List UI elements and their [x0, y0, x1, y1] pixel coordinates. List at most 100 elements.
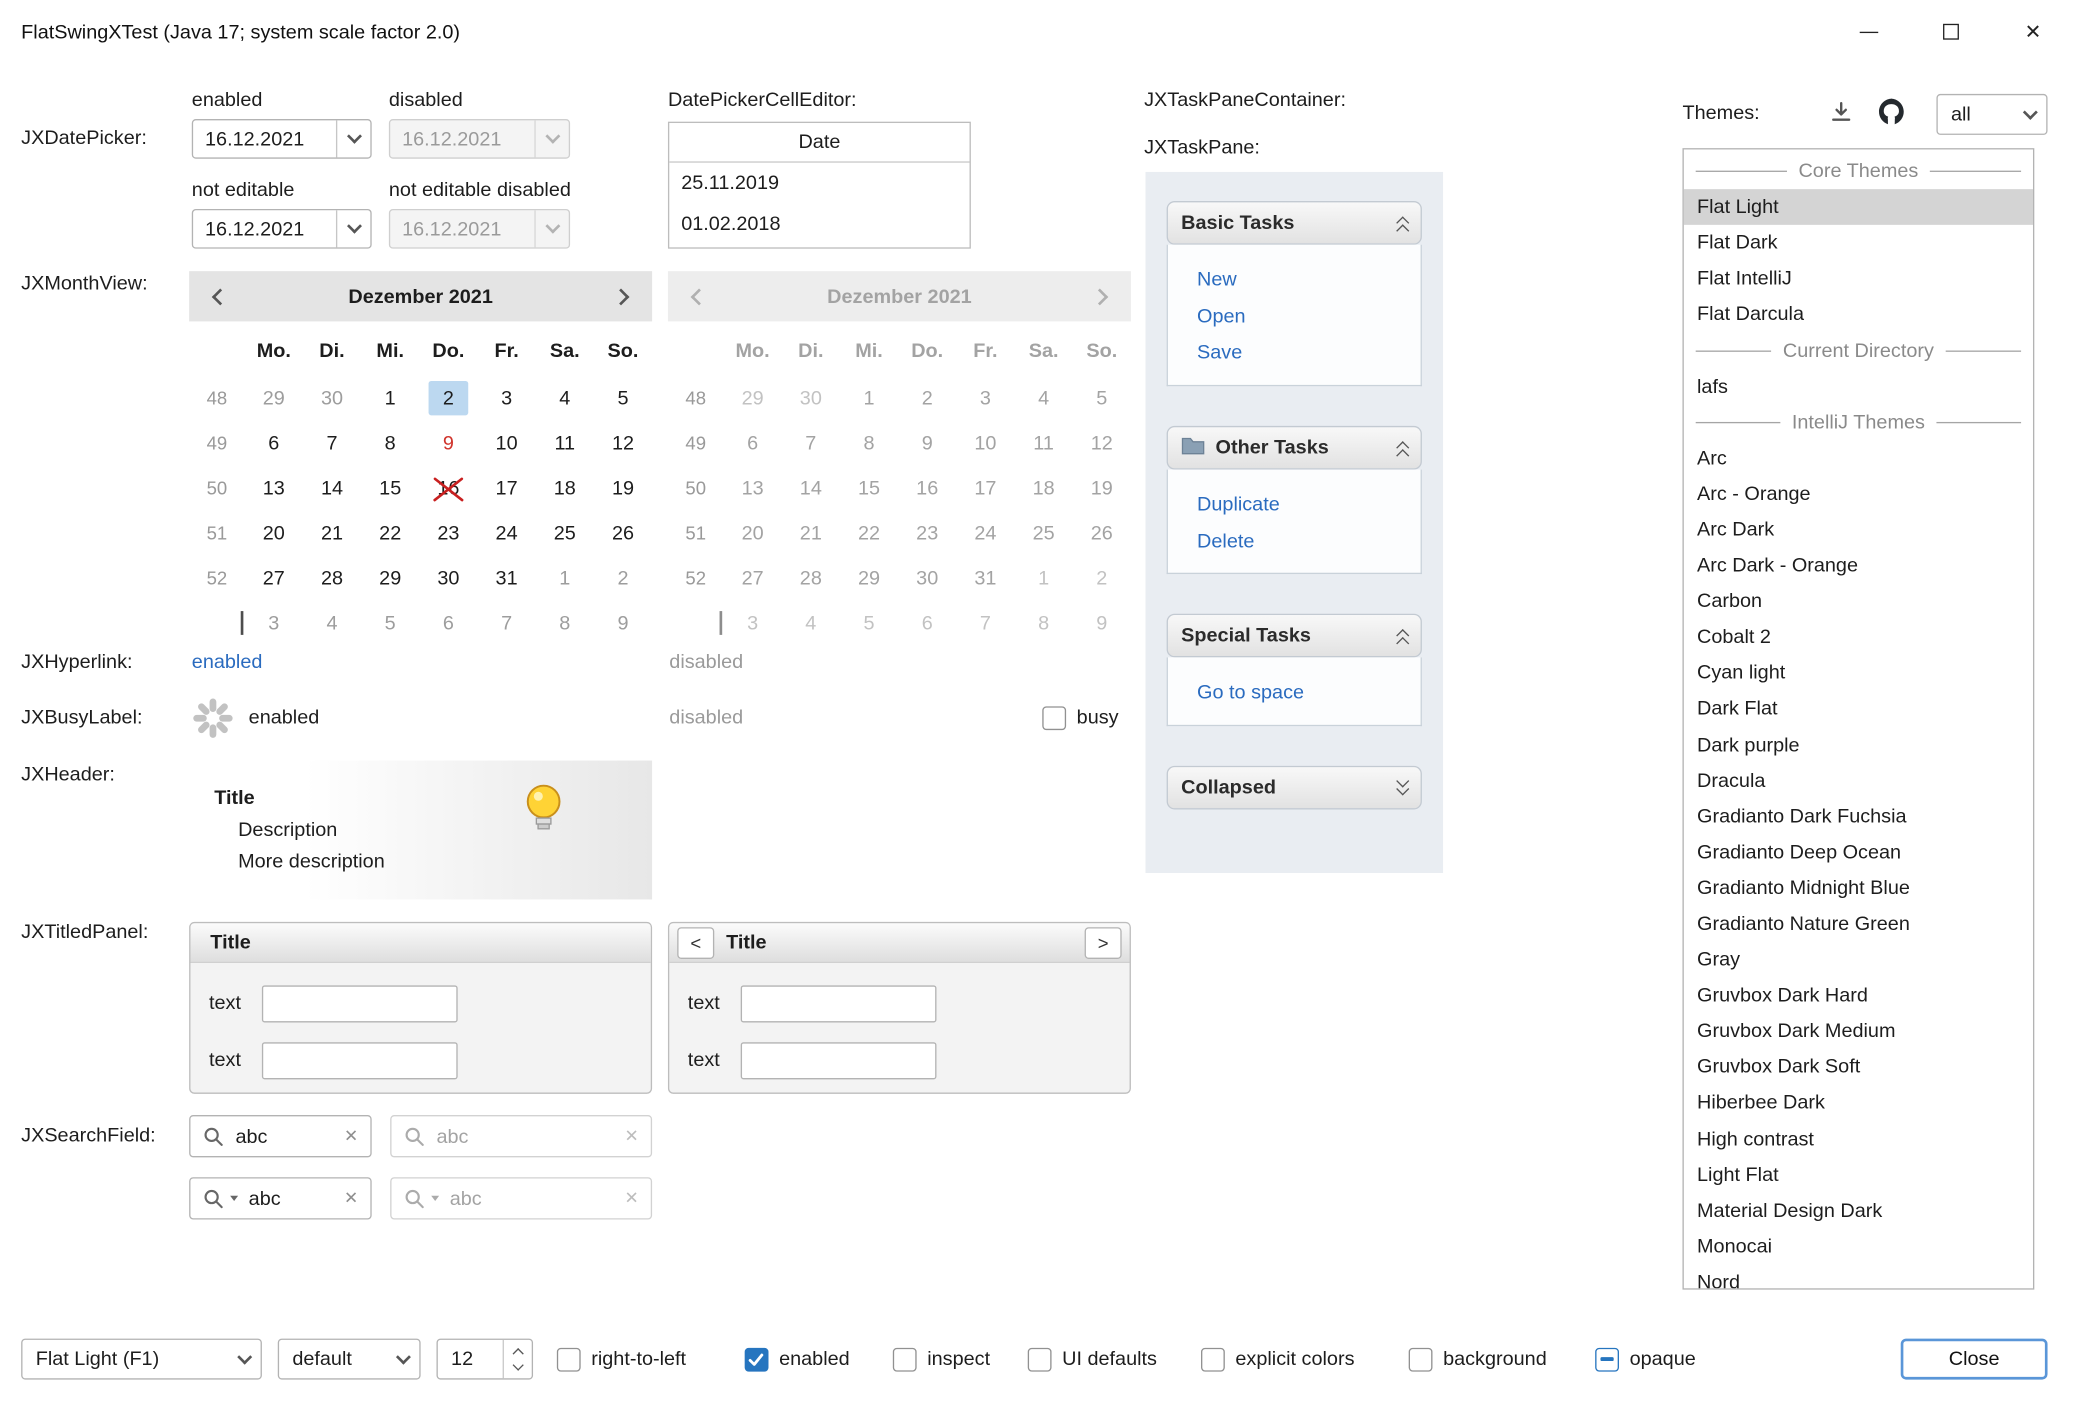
checkbox-enabled[interactable]: enabled [745, 1339, 850, 1380]
day-cell[interactable]: 1 [536, 556, 594, 601]
taskpane-link-delete[interactable]: Delete [1197, 523, 1410, 559]
theme-item-hiberbee-dark[interactable]: Hiberbee Dark [1684, 1085, 2033, 1121]
day-cell[interactable]: 4 [536, 376, 594, 421]
day-cell[interactable]: 3 [477, 376, 535, 421]
datepicker-not-editable[interactable]: 16.12.2021 [192, 209, 372, 249]
checkbox-box[interactable] [1201, 1347, 1225, 1371]
day-cell[interactable]: 8 [361, 421, 419, 466]
day-cell[interactable]: 15 [361, 466, 419, 511]
titledpanel-left-button[interactable]: < [677, 927, 714, 959]
day-cell[interactable]: 27 [245, 556, 303, 601]
checkbox-box[interactable] [893, 1347, 917, 1371]
themes-list[interactable]: Core ThemesFlat LightFlat DarkFlat Intel… [1682, 148, 2034, 1289]
day-cell[interactable]: 29 [245, 376, 303, 421]
download-themes-button[interactable] [1825, 97, 1857, 129]
table-row[interactable]: 01.02.2018 [669, 204, 969, 245]
day-cell[interactable]: 29 [361, 556, 419, 601]
theme-item-carbon[interactable]: Carbon [1684, 583, 2033, 619]
datepicker-value[interactable]: 16.12.2021 [193, 218, 336, 240]
checkbox-busy[interactable]: busy [1042, 697, 1118, 738]
theme-item-gruvbox-dark-medium[interactable]: Gruvbox Dark Medium [1684, 1014, 2033, 1050]
checkbox-box[interactable] [1595, 1347, 1619, 1371]
searchfield-enabled[interactable]: abc ✕ [189, 1115, 372, 1157]
taskpane-link-go-to-space[interactable]: Go to space [1197, 675, 1410, 711]
theme-item-lafs[interactable]: lafs [1684, 368, 2033, 404]
day-cell[interactable]: 2 [419, 376, 477, 421]
theme-item-light-flat[interactable]: Light Flat [1684, 1157, 2033, 1193]
theme-item-arc[interactable]: Arc [1684, 440, 2033, 476]
search-menu-arrow-icon[interactable] [230, 1196, 238, 1201]
clear-icon[interactable]: ✕ [344, 1188, 358, 1209]
clear-icon[interactable]: ✕ [344, 1126, 358, 1147]
day-cell[interactable]: 11 [536, 421, 594, 466]
theme-item-gradianto-dark-fuchsia[interactable]: Gradianto Dark Fuchsia [1684, 798, 2033, 834]
theme-item-flat-dark[interactable]: Flat Dark [1684, 225, 2033, 261]
day-cell[interactable]: 5 [594, 376, 652, 421]
datepicker-enabled[interactable]: 16.12.2021 [192, 119, 372, 159]
taskpane-link-save[interactable]: Save [1197, 335, 1410, 371]
day-cell[interactable]: 22 [361, 511, 419, 556]
day-cell[interactable]: 2 [594, 556, 652, 601]
theme-item-dark-purple[interactable]: Dark purple [1684, 727, 2033, 763]
checkbox-background[interactable]: background [1409, 1339, 1547, 1380]
taskpane-link-new[interactable]: New [1197, 262, 1410, 298]
theme-item-material-design-dark[interactable]: Material Design Dark [1684, 1193, 2033, 1229]
taskpane-header[interactable]: Collapsed [1167, 766, 1422, 810]
day-cell[interactable]: 19 [594, 466, 652, 511]
checkbox-box[interactable] [745, 1347, 769, 1371]
theme-item-cobalt-2[interactable]: Cobalt 2 [1684, 619, 2033, 655]
checkbox-explicit-colors[interactable]: explicit colors [1201, 1339, 1354, 1380]
text-input[interactable] [262, 985, 458, 1022]
checkbox-ui-defaults[interactable]: UI defaults [1028, 1339, 1157, 1380]
day-cell[interactable]: 23 [419, 511, 477, 556]
datepicker-value[interactable]: 16.12.2021 [193, 128, 336, 150]
theme-item-arc-dark[interactable]: Arc Dark [1684, 512, 2033, 548]
hyperlink-enabled[interactable]: enabled [192, 651, 263, 673]
search-value[interactable]: abc [235, 1125, 333, 1147]
minimize-button[interactable] [1828, 0, 1910, 63]
day-cell[interactable]: 30 [303, 376, 361, 421]
checkbox-opaque[interactable]: opaque [1595, 1339, 1696, 1380]
day-cell[interactable]: 14 [303, 466, 361, 511]
theme-item-monocai[interactable]: Monocai [1684, 1229, 2033, 1265]
checkbox-box[interactable] [1409, 1347, 1433, 1371]
day-cell[interactable]: 12 [594, 421, 652, 466]
day-cell[interactable]: 1 [361, 376, 419, 421]
day-cell[interactable]: 28 [303, 556, 361, 601]
day-cell[interactable]: 3 [245, 601, 303, 646]
day-cell[interactable]: 9 [419, 421, 477, 466]
day-cell[interactable]: 18 [536, 466, 594, 511]
close-window-button[interactable]: ✕ [1992, 0, 2074, 63]
next-month-button[interactable] [604, 278, 641, 315]
day-cell[interactable]: 21 [303, 511, 361, 556]
day-cell[interactable]: 6 [419, 601, 477, 646]
taskpane-header[interactable]: Basic Tasks [1167, 201, 1422, 245]
theme-item-gradianto-midnight-blue[interactable]: Gradianto Midnight Blue [1684, 870, 2033, 906]
theme-item-high-contrast[interactable]: High contrast [1684, 1121, 2033, 1157]
theme-item-gray[interactable]: Gray [1684, 942, 2033, 978]
day-cell[interactable]: 25 [536, 511, 594, 556]
day-cell[interactable]: 6 [245, 421, 303, 466]
day-cell[interactable]: 16 [419, 466, 477, 511]
day-cell[interactable]: 24 [477, 511, 535, 556]
day-cell[interactable]: 9 [594, 601, 652, 646]
table-row[interactable]: 25.11.2019 [669, 163, 969, 204]
day-cell[interactable]: 26 [594, 511, 652, 556]
date-cell-editor-table[interactable]: Date 25.11.201901.02.2018 [668, 122, 971, 249]
theme-item-gradianto-deep-ocean[interactable]: Gradianto Deep Ocean [1684, 834, 2033, 870]
day-cell[interactable]: 7 [477, 601, 535, 646]
close-button[interactable]: Close [1901, 1339, 2048, 1380]
theme-item-flat-intellij[interactable]: Flat IntelliJ [1684, 261, 2033, 297]
themes-filter-combo[interactable]: all [1936, 94, 2047, 135]
checkbox-box[interactable] [1042, 706, 1066, 730]
checkbox-box[interactable] [1028, 1347, 1052, 1371]
previous-month-button[interactable] [200, 278, 237, 315]
theme-item-cyan-light[interactable]: Cyan light [1684, 655, 2033, 691]
taskpane-header[interactable]: Special Tasks [1167, 614, 1422, 658]
theme-item-dracula[interactable]: Dracula [1684, 763, 2033, 799]
day-cell[interactable]: 20 [245, 511, 303, 556]
theme-item-nord[interactable]: Nord [1684, 1264, 2033, 1289]
text-input[interactable] [741, 985, 937, 1022]
theme-item-arc-dark-orange[interactable]: Arc Dark - Orange [1684, 548, 2033, 584]
theme-item-gruvbox-dark-soft[interactable]: Gruvbox Dark Soft [1684, 1049, 2033, 1085]
